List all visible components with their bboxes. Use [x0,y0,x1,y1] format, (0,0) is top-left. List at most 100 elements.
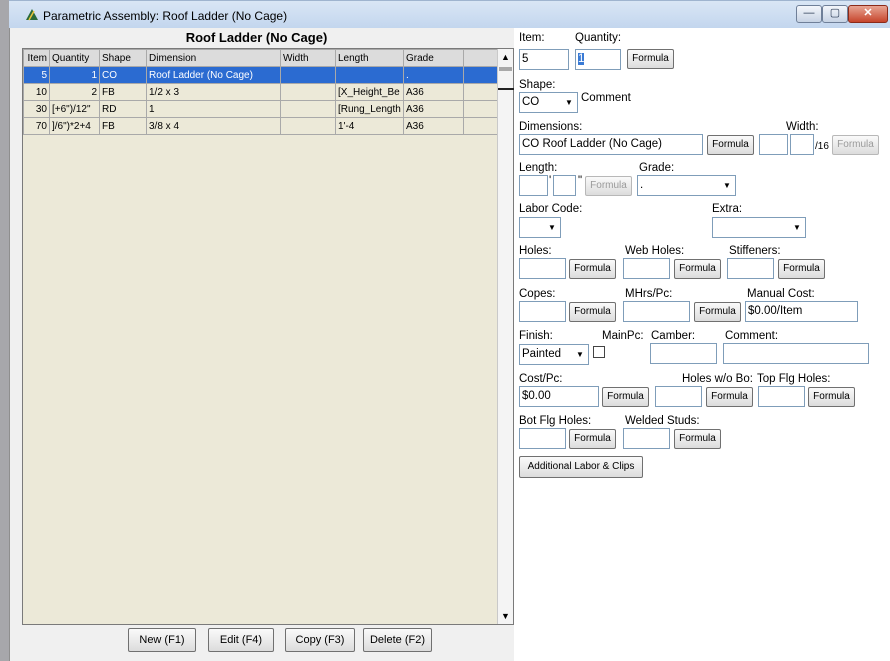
holes-wo-bo-formula-button[interactable]: Formula [706,387,753,407]
top-flg-holes-label: Top Flg Holes: [757,373,831,385]
scroll-thumb[interactable] [499,67,512,71]
camber-field[interactable] [650,343,717,364]
stiffeners-field[interactable] [727,258,774,279]
cell-quantity: [+6")/12" [49,100,100,118]
shape-label: Shape: [519,79,556,91]
quantity-formula-button[interactable]: Formula [627,49,674,69]
cell-blank [463,100,500,118]
delete-button[interactable]: Delete (F2) [363,628,432,652]
manual-cost-label: Manual Cost: [747,288,815,300]
width-unit-label: /16 [815,141,829,152]
scroll-up-arrow-icon[interactable]: ▲ [498,49,513,65]
stiffeners-formula-button[interactable]: Formula [778,259,825,279]
cell-quantity: 2 [49,83,100,101]
scroll-down-arrow-icon[interactable]: ▼ [498,608,513,624]
mhrs-formula-button[interactable]: Formula [694,302,741,322]
table-row[interactable]: 10 2 FB 1/2 x 3 [X_Height_Be A36 [23,83,500,101]
finish-dropdown[interactable]: Painted ▼ [519,344,589,365]
cell-shape: CO [99,66,147,84]
length-inch-mark: " [578,175,583,187]
labor-code-dropdown[interactable]: ▼ [519,217,561,238]
minimize-button[interactable]: — [796,5,822,23]
item-detail-form: Item: Quantity: 5 1 Formula Shape: CO ▼ … [514,28,890,661]
title-bar[interactable]: Parametric Assembly: Roof Ladder (No Cag… [9,0,890,28]
chevron-down-icon: ▼ [793,223,801,232]
maximize-button[interactable]: ▢ [822,5,848,23]
edit-button[interactable]: Edit (F4) [208,628,274,652]
shape-dropdown[interactable]: CO ▼ [519,92,578,113]
cell-blank [463,117,500,135]
shape-value: CO [522,96,540,108]
column-header-blank [463,49,500,67]
cell-shape: FB [99,117,147,135]
column-header-grade[interactable]: Grade [403,49,464,67]
length-formula-button[interactable]: Formula [585,176,632,196]
cell-blank [463,66,500,84]
cost-field[interactable]: $0.00 [519,386,599,407]
length-feet-field[interactable] [519,175,548,196]
cell-dimension: Roof Ladder (No Cage) [146,66,281,84]
welded-studs-field[interactable] [623,428,670,449]
cell-item: 10 [23,83,50,101]
web-holes-formula-button[interactable]: Formula [674,259,721,279]
mainpc-checkbox[interactable] [593,346,605,358]
items-grid[interactable]: Item Quantity Shape Dimension Width Leng… [22,48,514,625]
cell-item: 70 [23,117,50,135]
cell-quantity: 1 [49,66,100,84]
width-sixteenths-field[interactable] [790,134,814,155]
bot-flg-holes-field[interactable] [519,428,566,449]
grade-label: Grade: [639,162,675,174]
copy-button[interactable]: Copy (F3) [285,628,355,652]
vertical-scrollbar[interactable]: ▲ ▼ [497,49,514,624]
web-holes-label: Web Holes: [625,245,685,257]
top-flg-holes-field[interactable] [758,386,805,407]
labor-code-label: Labor Code: [519,203,583,215]
item-label: Item: [519,32,545,44]
holes-wo-bo-field[interactable] [655,386,702,407]
column-header-dimension[interactable]: Dimension [146,49,281,67]
welded-studs-formula-button[interactable]: Formula [674,429,721,449]
width-inches-field[interactable] [759,134,788,155]
cell-length: [Rung_Length [335,100,404,118]
width-label: Width: [786,121,819,133]
cost-formula-button[interactable]: Formula [602,387,649,407]
copes-field[interactable] [519,301,566,322]
column-header-item[interactable]: Item [23,49,50,67]
cell-shape: RD [99,100,147,118]
cell-grade: A36 [403,83,464,101]
bot-flg-holes-formula-button[interactable]: Formula [569,429,616,449]
column-header-shape[interactable]: Shape [99,49,147,67]
holes-label: Holes: [519,245,552,257]
quantity-value: 1 [578,53,585,65]
welded-studs-label: Welded Studs: [625,415,700,427]
length-inches-field[interactable] [553,175,576,196]
dimensions-field[interactable]: CO Roof Ladder (No Cage) [519,134,703,155]
width-formula-button[interactable]: Formula [832,135,879,155]
bot-flg-holes-label: Bot Flg Holes: [519,415,592,427]
new-button[interactable]: New (F1) [128,628,196,652]
mhrs-field[interactable] [623,301,690,322]
close-button[interactable]: ✕ [848,5,888,23]
table-row[interactable]: 5 1 CO Roof Ladder (No Cage) . [23,66,500,84]
additional-labor-clips-button[interactable]: Additional Labor & Clips [519,456,643,478]
item-field[interactable]: 5 [519,49,569,70]
table-row[interactable]: 30 [+6")/12" RD 1 [Rung_Length A36 [23,100,500,118]
cell-item: 5 [23,66,50,84]
dimensions-formula-button[interactable]: Formula [707,135,754,155]
grade-dropdown[interactable]: . ▼ [637,175,736,196]
window-frame-left [0,0,9,661]
top-flg-holes-formula-button[interactable]: Formula [808,387,855,407]
copes-formula-button[interactable]: Formula [569,302,616,322]
web-holes-field[interactable] [623,258,670,279]
column-header-width[interactable]: Width [280,49,336,67]
column-header-quantity[interactable]: Quantity [49,49,100,67]
manual-cost-field[interactable]: $0.00/Item [745,301,858,322]
table-row[interactable]: 70 ]/6")*2+4 FB 3/8 x 4 1'-4 A36 [23,117,500,135]
holes-formula-button[interactable]: Formula [569,259,616,279]
holes-field[interactable] [519,258,566,279]
comment-field[interactable] [723,343,869,364]
quantity-field[interactable]: 1 [575,49,621,70]
length-label: Length: [519,162,558,174]
extra-dropdown[interactable]: ▼ [712,217,806,238]
column-header-length[interactable]: Length [335,49,404,67]
